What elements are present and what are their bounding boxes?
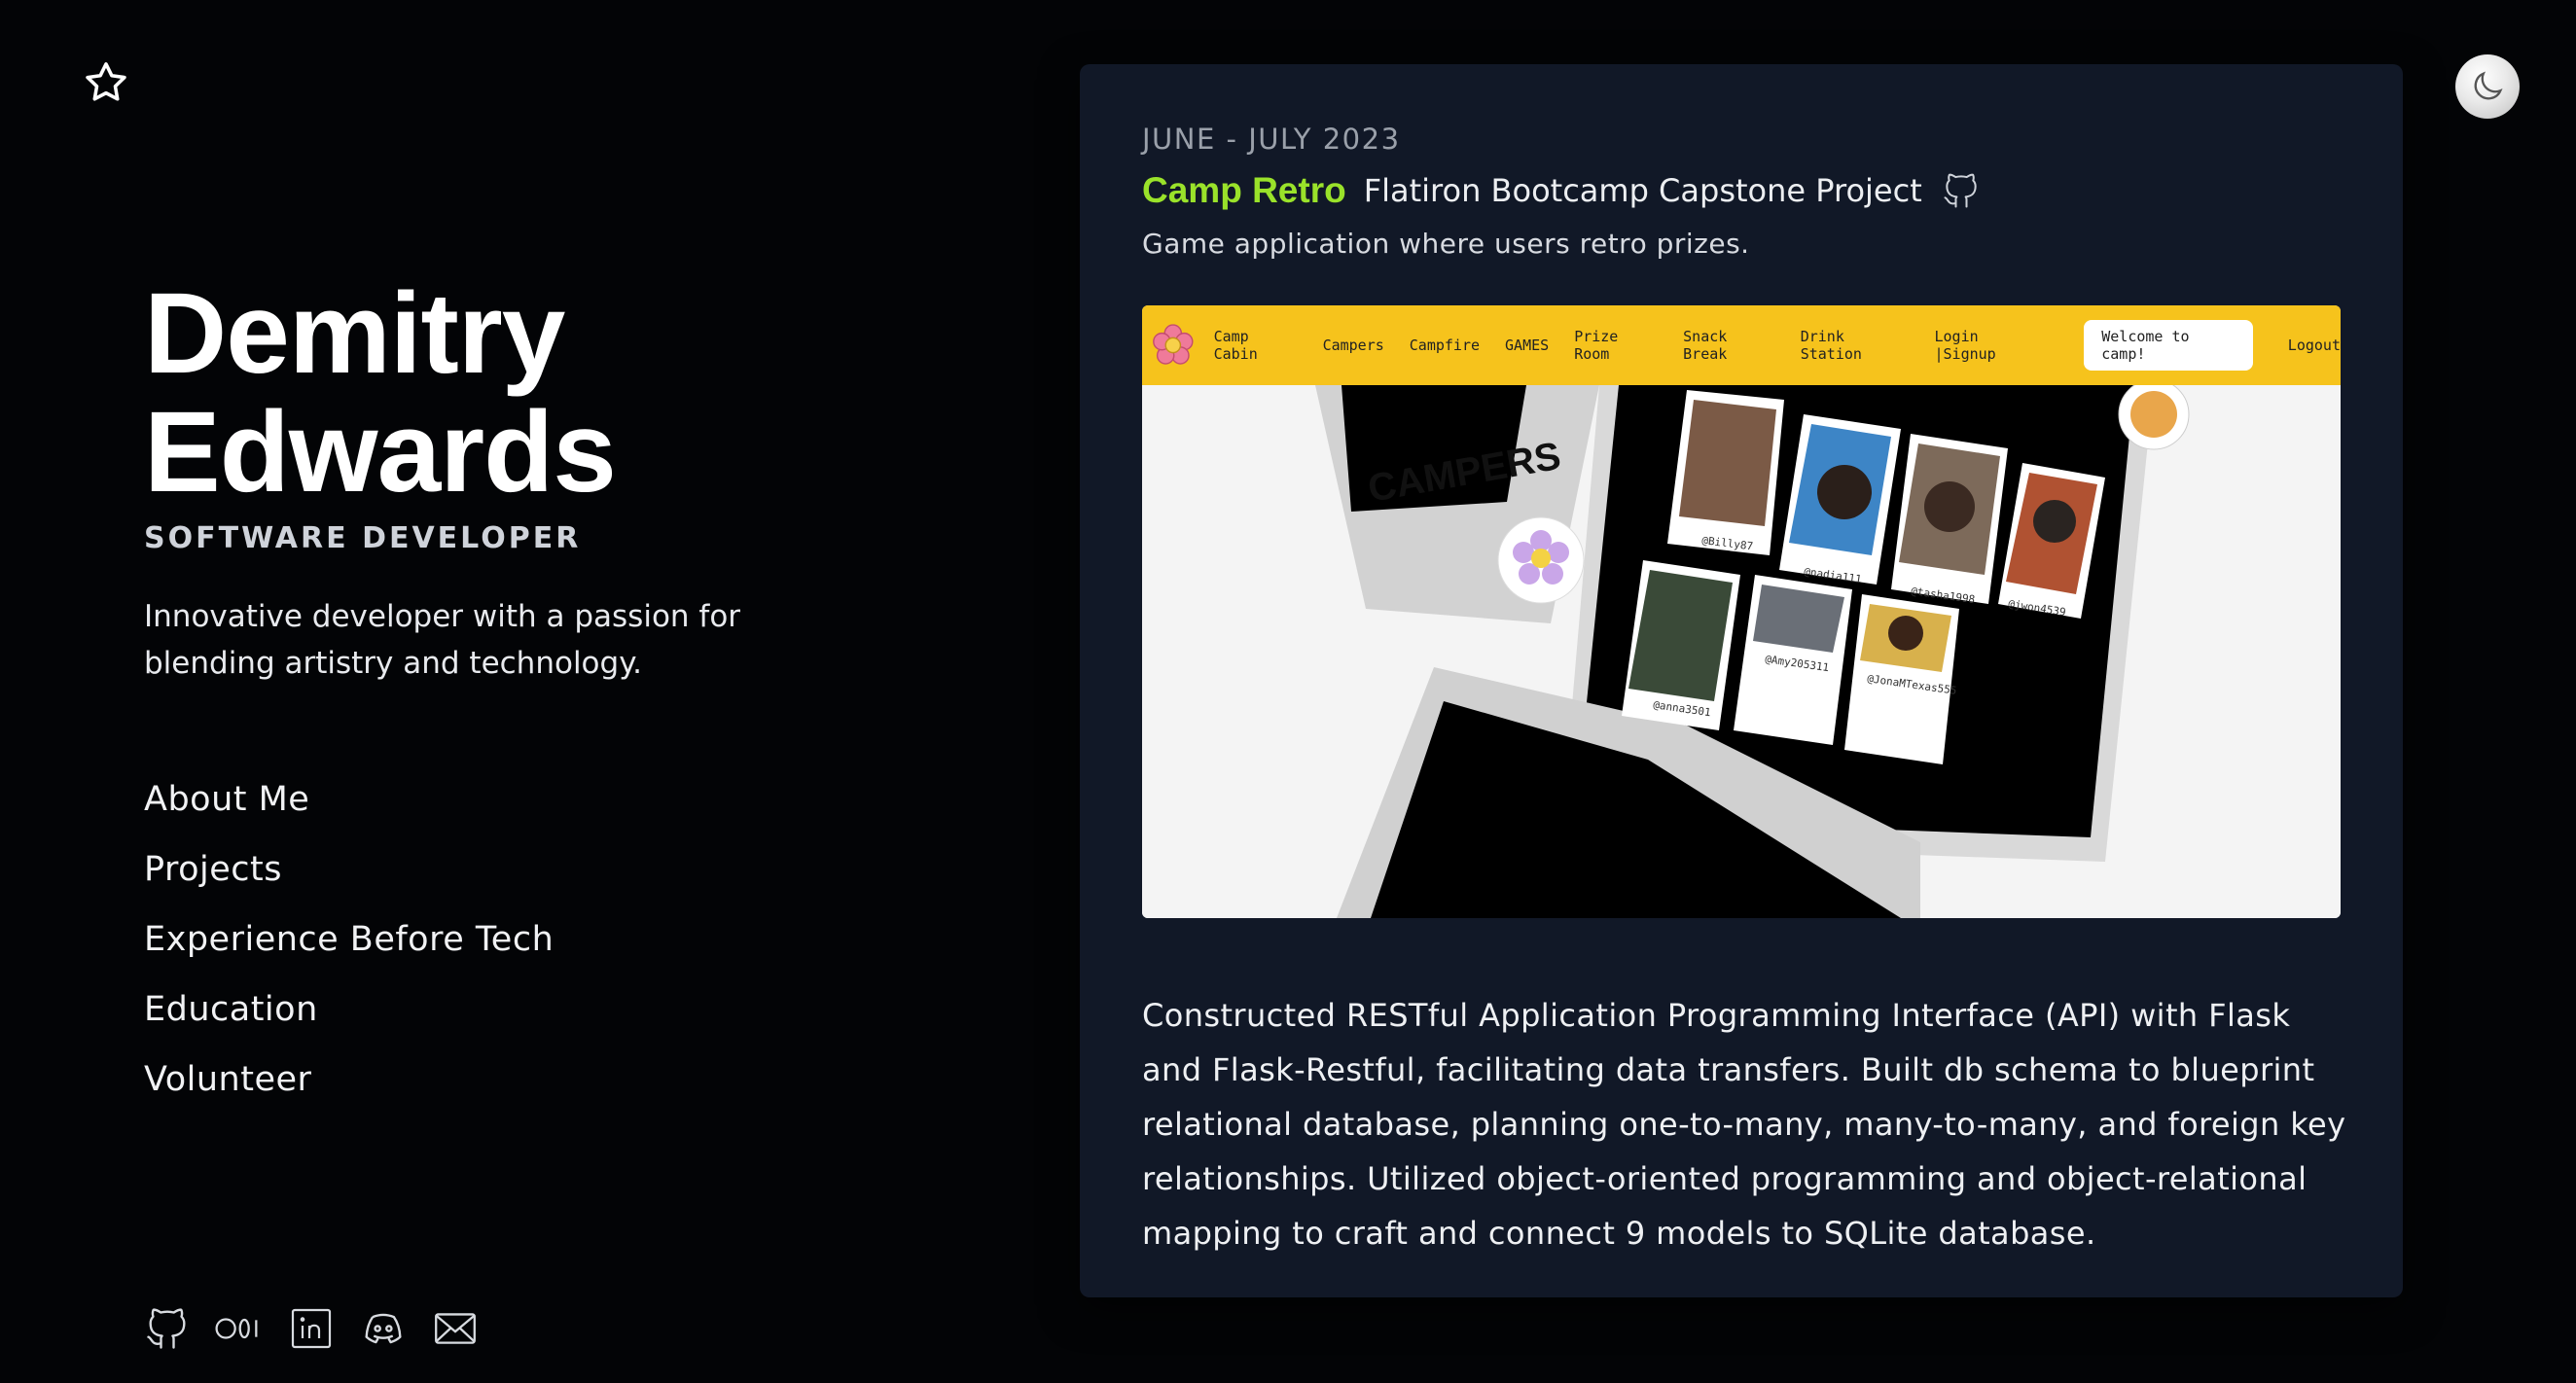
linkedin-icon[interactable] xyxy=(286,1303,337,1354)
shot-nav-drink-station: Drink Station xyxy=(1800,328,1862,363)
photo-card: @Billy87 xyxy=(1667,390,1784,555)
campers-collage: CAMPERS @Billy87 @nadia111 @tasha1998 @j… xyxy=(1142,385,2341,918)
moon-icon xyxy=(2474,71,2503,100)
profile-role: SOFTWARE DEVELOPER xyxy=(144,521,582,555)
github-icon[interactable] xyxy=(1940,169,1983,212)
project-title[interactable]: Camp Retro xyxy=(1142,170,1346,211)
shot-nav-campers: Campers xyxy=(1322,337,1384,354)
name-line-2: Edwards xyxy=(144,388,617,516)
shot-nav-login-signup: Login |Signup xyxy=(1934,328,1996,363)
project-description: Constructed RESTful Application Programm… xyxy=(1142,997,2346,1252)
nav-experience-before-tech[interactable]: Experience Before Tech xyxy=(144,914,554,984)
mail-icon[interactable] xyxy=(430,1303,481,1354)
screenshot-navbar: Camp Cabin Campers Campfire GAMES Prize … xyxy=(1142,305,2341,385)
nav-about-me[interactable]: About Me xyxy=(144,774,554,844)
shot-nav-prize-room: Prize Room xyxy=(1574,328,1619,363)
shot-welcome-badge: Welcome to camp! xyxy=(2084,320,2253,371)
shot-logout: Logout xyxy=(2287,337,2341,354)
github-icon[interactable] xyxy=(142,1303,193,1354)
nav-projects[interactable]: Projects xyxy=(144,844,554,914)
project-title-row: Camp Retro Flatiron Bootcamp Capstone Pr… xyxy=(1142,169,1983,212)
shot-nav-games: GAMES xyxy=(1505,337,1550,354)
discord-icon[interactable] xyxy=(358,1303,409,1354)
profile-name: Demitry Edwards xyxy=(144,274,825,512)
nav-education[interactable]: Education xyxy=(144,984,554,1054)
flower-logo-icon xyxy=(1153,324,1194,365)
name-line-1: Demitry xyxy=(144,269,565,398)
theme-toggle-button[interactable] xyxy=(2455,54,2520,119)
social-links xyxy=(142,1303,481,1354)
project-tagline: Game application where users retro prize… xyxy=(1142,228,1750,260)
section-nav: About Me Projects Experience Before Tech… xyxy=(144,774,554,1124)
profile-bio: Innovative developer with a passion for … xyxy=(144,599,741,681)
shot-nav-camp-cabin: Camp Cabin xyxy=(1213,328,1258,363)
medium-icon[interactable] xyxy=(214,1303,265,1354)
star-icon[interactable] xyxy=(82,58,130,107)
nav-volunteer[interactable]: Volunteer xyxy=(144,1054,554,1124)
project-date: JUNE - JULY 2023 xyxy=(1142,123,1401,156)
shot-nav-snack-break: Snack Break xyxy=(1683,328,1728,363)
photo-card: @JonaMTexas555 xyxy=(1844,594,1959,764)
project-card: JUNE - JULY 2023 Camp Retro Flatiron Boo… xyxy=(1080,64,2403,1297)
photo-card: @tasha1998 xyxy=(1891,434,2008,606)
shot-nav-campfire: Campfire xyxy=(1409,337,1481,354)
project-screenshot: Camp Cabin Campers Campfire GAMES Prize … xyxy=(1142,305,2341,918)
project-subtitle: Flatiron Bootcamp Capstone Project xyxy=(1363,172,1922,209)
